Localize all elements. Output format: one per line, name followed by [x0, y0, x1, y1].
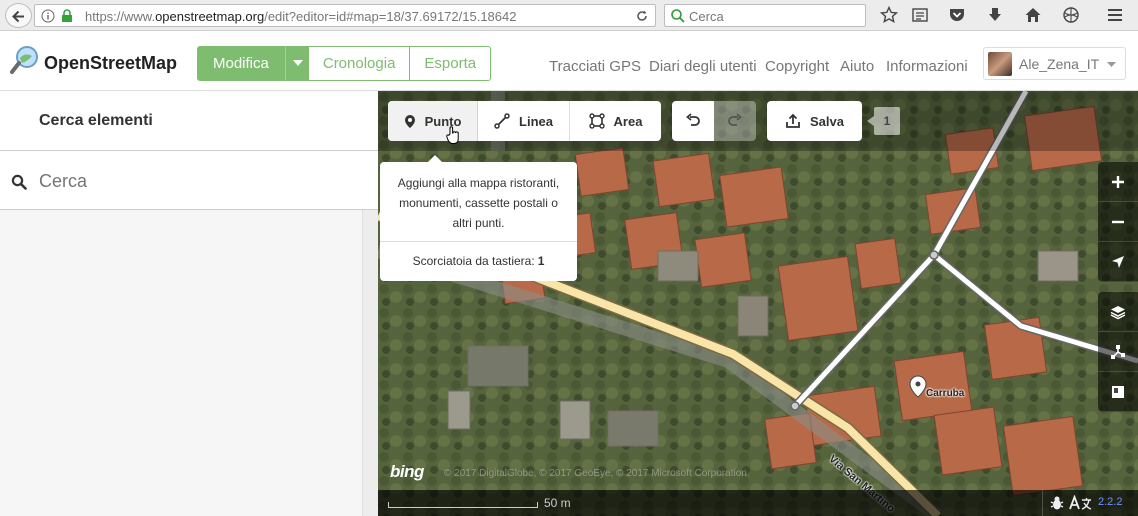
sidebar-title: Cerca elementi: [39, 112, 153, 129]
background-settings-button[interactable]: [1098, 292, 1138, 332]
site-header: OpenStreetMap Modifica Cronologia Esport…: [0, 31, 1138, 91]
redo-button[interactable]: [714, 101, 756, 141]
hand-cursor-icon: [446, 126, 459, 144]
sidebar-scrollbar[interactable]: [362, 210, 378, 516]
footer-tools: [1042, 490, 1098, 516]
save-label: Salva: [810, 113, 844, 129]
nav-about[interactable]: Informazioni: [886, 58, 968, 75]
aerial-imagery: [378, 91, 1138, 516]
brand-name[interactable]: OpenStreetMap: [44, 53, 177, 74]
extension-icon[interactable]: [1062, 6, 1080, 24]
browser-search-input[interactable]: Cerca: [664, 4, 866, 27]
avatar: [988, 52, 1012, 76]
search-icon: [671, 9, 685, 23]
add-point-button[interactable]: Punto: [388, 101, 478, 141]
shortcut-label: Scorciatoia da tastiera:: [412, 254, 535, 268]
nav-gps-traces[interactable]: Tracciati GPS: [549, 58, 641, 75]
map-data-icon: [1111, 344, 1125, 359]
nav-user-diaries[interactable]: Diari degli utenti: [649, 58, 757, 75]
plus-icon: [1112, 175, 1124, 188]
line-icon: [494, 113, 510, 129]
reading-list-icon[interactable]: [911, 6, 929, 24]
point-marker-icon: [404, 114, 415, 128]
bookmark-star-icon[interactable]: [880, 6, 898, 24]
bug-icon[interactable]: [1049, 495, 1065, 511]
scale-label: 50 m: [544, 496, 571, 510]
map-footer: 50 m 2.2.2: [378, 490, 1138, 516]
redo-icon: [728, 113, 742, 126]
zoom-out-button[interactable]: [1098, 202, 1138, 242]
version-link[interactable]: 2.2.2: [1098, 496, 1122, 508]
upload-icon: [786, 113, 800, 128]
add-line-label: Linea: [519, 113, 553, 129]
undo-redo-group: [672, 101, 756, 141]
caret-down-icon: [1107, 62, 1116, 67]
sidebar: Cerca elementi: [0, 91, 378, 516]
undo-icon: [686, 113, 700, 126]
add-area-label: Area: [613, 113, 643, 129]
home-icon[interactable]: [1024, 6, 1042, 24]
edit-dropdown-button[interactable]: [284, 46, 309, 81]
nav-copyright[interactable]: Copyright: [765, 58, 829, 75]
book-icon: [1112, 385, 1124, 398]
back-arrow-icon: [12, 10, 24, 23]
add-area-button[interactable]: Area: [570, 101, 661, 141]
edit-history-export-group: Modifica Cronologia Esporta: [197, 46, 492, 81]
nav-help[interactable]: Aiuto: [840, 58, 874, 75]
feature-search: [0, 151, 378, 210]
feature-search-input[interactable]: [39, 171, 339, 192]
lock-icon: [62, 9, 72, 22]
map-editor[interactable]: Punto Linea Area Salva 1 Aggiungi alla m…: [378, 91, 1138, 516]
undo-button[interactable]: [672, 101, 714, 141]
search-icon: [11, 174, 27, 190]
download-icon[interactable]: [986, 6, 1004, 24]
map-data-button[interactable]: [1098, 332, 1138, 372]
add-mode-group: Punto Linea Area: [388, 101, 661, 141]
zoom-in-button[interactable]: [1098, 162, 1138, 202]
map-controls: [1098, 162, 1138, 412]
shortcut-key: 1: [537, 254, 545, 268]
scale-bar: [388, 502, 538, 508]
user-name: Ale_Zena_IT: [1019, 56, 1100, 72]
hamburger-menu-icon[interactable]: [1106, 6, 1124, 24]
tooltip-shortcut: Scorciatoia da tastiera: 1: [380, 241, 577, 281]
layers-icon: [1110, 305, 1126, 319]
help-button[interactable]: [1098, 372, 1138, 412]
imagery-attribution: © 2017 DigitalGlobe, © 2017 GeoEye, © 20…: [444, 468, 747, 479]
save-count-badge: 1: [867, 107, 900, 135]
add-line-button[interactable]: Linea: [478, 101, 570, 141]
add-point-tooltip: Aggiungi alla mappa ristoranti, monument…: [380, 155, 577, 281]
sidebar-header: Cerca elementi: [0, 91, 378, 151]
area-icon: [588, 113, 605, 129]
reload-icon[interactable]: [635, 9, 649, 23]
history-tab[interactable]: Cronologia: [308, 46, 411, 81]
caret-down-icon: [292, 60, 303, 66]
osm-logo-icon[interactable]: [10, 45, 40, 75]
user-menu[interactable]: Ale_Zena_IT: [983, 47, 1126, 80]
back-button[interactable]: [5, 3, 32, 28]
url-text: https://www.openstreetmap.org/edit?edito…: [85, 9, 517, 24]
poi-label[interactable]: Carruba: [926, 388, 964, 399]
export-tab[interactable]: Esporta: [410, 46, 492, 81]
location-arrow-icon: [1112, 255, 1124, 268]
minus-icon: [1112, 220, 1124, 223]
translate-icon[interactable]: [1069, 495, 1093, 511]
url-bar[interactable]: https://www.openstreetmap.org/edit?edito…: [34, 4, 656, 27]
info-icon: [41, 9, 55, 23]
geolocate-button[interactable]: [1098, 242, 1138, 282]
browser-toolbar: https://www.openstreetmap.org/edit?edito…: [0, 0, 1138, 31]
tooltip-text: Aggiungi alla mappa ristoranti, monument…: [397, 176, 560, 230]
save-button[interactable]: Salva: [767, 101, 862, 141]
pocket-icon[interactable]: [948, 6, 966, 24]
edit-button[interactable]: Modifica: [197, 46, 285, 81]
browser-search-placeholder: Cerca: [689, 9, 724, 24]
bing-logo: bing: [390, 462, 424, 481]
